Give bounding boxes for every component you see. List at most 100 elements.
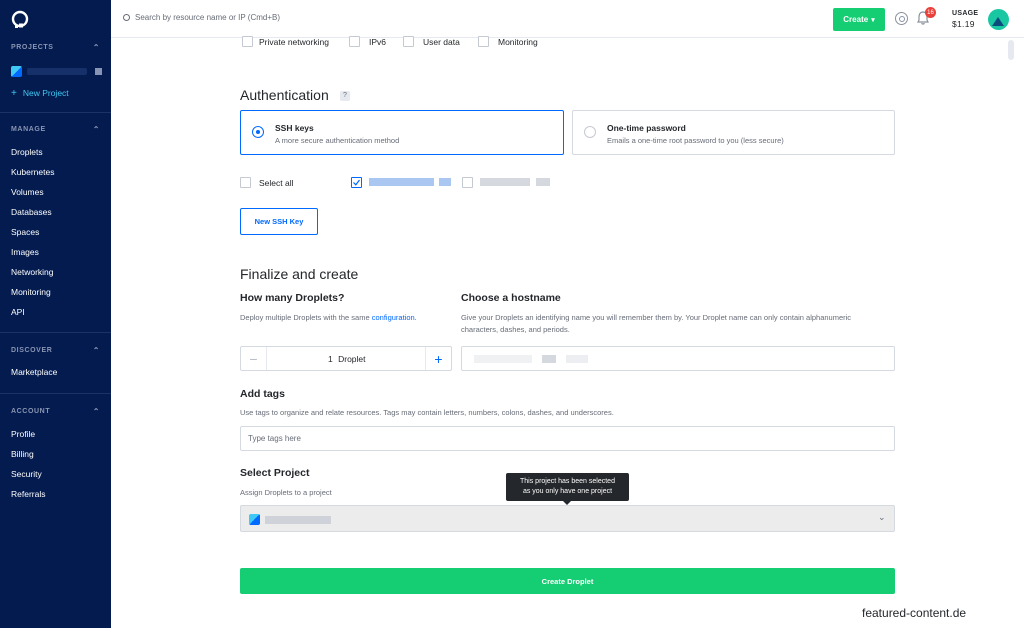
private-networking-label: Private networking <box>259 37 329 47</box>
new-project-link[interactable]: + New Project <box>0 84 111 102</box>
sidebar-item-monitoring[interactable]: Monitoring <box>0 282 111 302</box>
monitoring-label: Monitoring <box>498 37 538 47</box>
projects-section: PROJECTS ⌃ + New Project <box>0 41 111 102</box>
droplet-count-title: How many Droplets? <box>240 292 345 304</box>
sidebar-item-kubernetes[interactable]: Kubernetes <box>0 162 111 182</box>
hostname-help: Give your Droplets an identifying name y… <box>461 313 852 334</box>
create-droplet-button[interactable]: Create Droplet <box>240 568 895 594</box>
tags-title: Add tags <box>240 388 285 400</box>
select-all-label: Select all <box>259 178 294 188</box>
user-data-label: User data <box>423 37 460 47</box>
ssh-key-2-name-redacted <box>480 178 530 186</box>
usage-display[interactable]: USAGE $1.19 <box>952 10 978 29</box>
project-tooltip: This project has been selected as you on… <box>506 473 629 505</box>
project-icon <box>249 514 260 525</box>
sidebar-item-billing[interactable]: Billing <box>0 444 111 464</box>
private-networking-checkbox[interactable] <box>242 36 253 47</box>
sidebar-item-volumes[interactable]: Volumes <box>0 182 111 202</box>
digitalocean-logo-icon[interactable] <box>10 10 30 30</box>
select-all-checkbox[interactable] <box>240 177 251 188</box>
finalize-title: Finalize and create <box>240 266 359 282</box>
divider <box>0 112 111 113</box>
manage-heading[interactable]: MANAGE ⌃ <box>0 123 111 135</box>
sidebar-item-spaces[interactable]: Spaces <box>0 222 111 242</box>
droplet-count-help: Deploy multiple Droplets with the same c… <box>240 313 417 322</box>
ssh-key-1-name-redacted <box>369 178 434 186</box>
top-bar: Search by resource name or IP (Cmd+B) Cr… <box>111 0 1024 38</box>
sidebar-item-referrals[interactable]: Referrals <box>0 484 111 504</box>
ssh-key-1-name-redacted <box>439 178 451 186</box>
sidebar-item-databases[interactable]: Databases <box>0 202 111 222</box>
otp-title: One-time password <box>607 123 686 133</box>
ssh-keys-title: SSH keys <box>275 123 314 133</box>
info-icon[interactable]: ? <box>340 91 350 101</box>
search-input[interactable]: Search by resource name or IP (Cmd+B) <box>123 13 280 22</box>
authentication-title: Authentication <box>240 87 329 103</box>
project-menu-icon[interactable] <box>95 67 102 75</box>
divider <box>0 393 111 394</box>
chevron-up-icon: ⌃ <box>92 42 100 52</box>
sidebar: PROJECTS ⌃ + New Project MANAGE ⌃ Drople… <box>0 0 111 628</box>
tags-help: Use tags to organize and relate resource… <box>240 408 614 417</box>
manage-section: MANAGE ⌃ Droplets Kubernetes Volumes Dat… <box>0 123 111 322</box>
main-content: Private networking IPv6 User data Monito… <box>111 36 1024 628</box>
create-button[interactable]: Create ▾ <box>833 8 885 31</box>
hostname-value-redacted <box>566 355 588 363</box>
sidebar-item-images[interactable]: Images <box>0 242 111 262</box>
avatar[interactable] <box>988 9 1009 30</box>
tags-input[interactable]: Type tags here <box>240 426 895 451</box>
project-help: Assign Droplets to a project <box>240 488 332 497</box>
hostname-input[interactable] <box>461 346 895 371</box>
ipv6-label: IPv6 <box>369 37 387 47</box>
sidebar-item-networking[interactable]: Networking <box>0 262 111 282</box>
chevron-down-icon: ▾ <box>871 16 875 24</box>
help-icon[interactable] <box>895 12 908 25</box>
one-time-password-option[interactable]: One-time password Emails a one-time root… <box>572 110 895 155</box>
decrement-button[interactable]: − <box>241 347 267 370</box>
hostname-value-redacted <box>542 355 556 363</box>
project-title: Select Project <box>240 467 310 479</box>
discover-section: DISCOVER ⌃ Marketplace <box>0 344 111 382</box>
chevron-up-icon: ⌃ <box>92 406 100 416</box>
configuration-link[interactable]: configuration. <box>372 313 417 322</box>
watermark: featured-content.de <box>862 606 967 620</box>
ipv6-checkbox[interactable] <box>349 36 360 47</box>
one-time-password-radio[interactable] <box>584 126 596 138</box>
sidebar-item-droplets[interactable]: Droplets <box>0 142 111 162</box>
ssh-keys-desc: A more secure authentication method <box>275 136 400 145</box>
tags-placeholder: Type tags here <box>248 434 301 443</box>
hostname-title: Choose a hostname <box>461 292 561 304</box>
hostname-value-redacted <box>474 355 532 363</box>
project-icon <box>11 65 22 77</box>
droplet-count-value: 1 Droplet <box>328 354 366 364</box>
ssh-keys-option[interactable]: SSH keys A more secure authentication me… <box>240 110 564 155</box>
increment-button[interactable]: + <box>425 347 451 370</box>
notification-badge: 16 <box>925 7 936 18</box>
sidebar-item-profile[interactable]: Profile <box>0 424 111 444</box>
plus-icon: + <box>11 87 17 99</box>
droplet-count-stepper[interactable]: − 1 Droplet + <box>240 346 452 371</box>
project-item[interactable] <box>0 62 111 80</box>
account-section: ACCOUNT ⌃ Profile Billing Security Refer… <box>0 405 111 504</box>
ssh-key-2-name-redacted <box>536 178 550 186</box>
account-heading[interactable]: ACCOUNT ⌃ <box>0 405 111 417</box>
chevron-up-icon: ⌃ <box>92 345 100 355</box>
sidebar-item-api[interactable]: API <box>0 302 111 322</box>
chevron-down-icon: ⌄ <box>878 512 886 522</box>
project-name-redacted <box>27 67 87 75</box>
new-ssh-key-button[interactable]: New SSH Key <box>240 208 318 235</box>
user-data-checkbox[interactable] <box>403 36 414 47</box>
divider <box>0 332 111 333</box>
ssh-keys-radio[interactable] <box>252 126 264 138</box>
projects-heading[interactable]: PROJECTS ⌃ <box>0 41 111 53</box>
discover-heading[interactable]: DISCOVER ⌃ <box>0 344 111 356</box>
monitoring-checkbox[interactable] <box>478 36 489 47</box>
check-icon <box>353 179 360 186</box>
ssh-key-1-checkbox[interactable] <box>351 177 362 188</box>
chevron-up-icon: ⌃ <box>92 124 100 134</box>
sidebar-item-marketplace[interactable]: Marketplace <box>0 362 111 382</box>
project-select[interactable]: ⌄ <box>240 505 895 532</box>
sidebar-item-security[interactable]: Security <box>0 464 111 484</box>
ssh-key-2-checkbox[interactable] <box>462 177 473 188</box>
otp-desc: Emails a one-time root password to you (… <box>607 136 784 145</box>
